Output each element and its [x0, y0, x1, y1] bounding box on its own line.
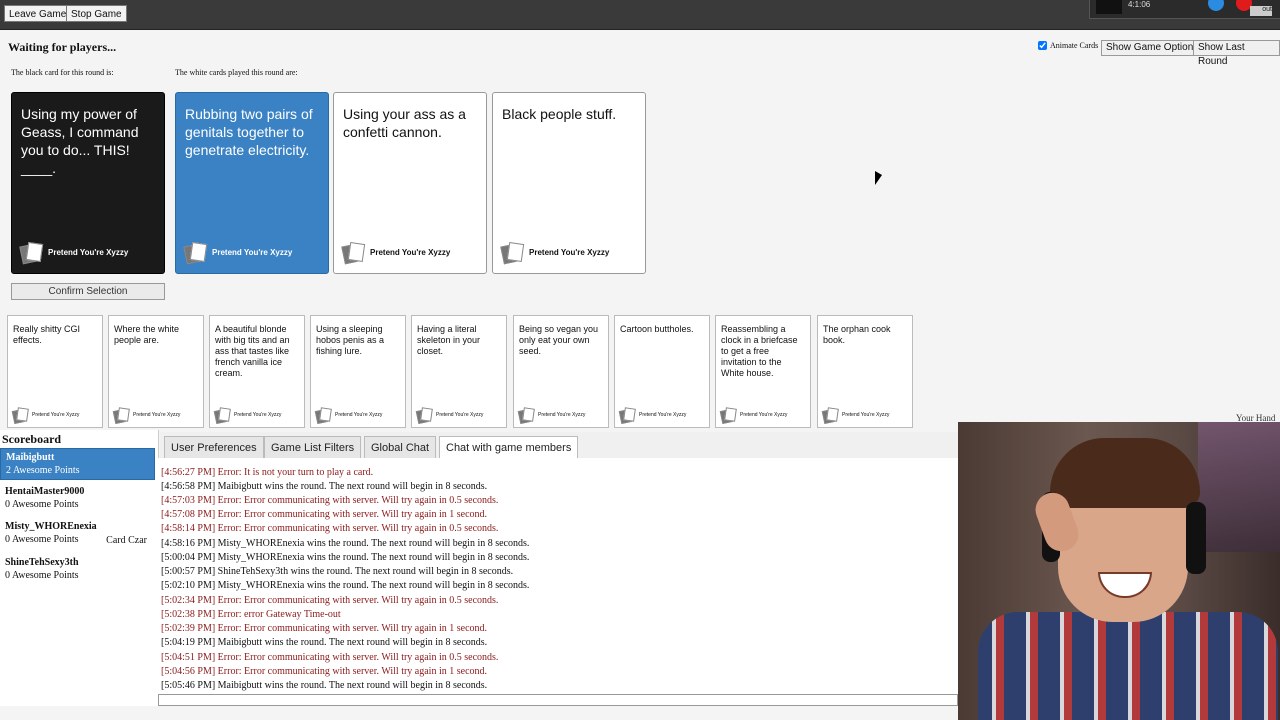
hand-card[interactable]: Cartoon buttholes. Pretend You're Xyzzy [614, 315, 710, 428]
cards-logo-icon [618, 407, 636, 425]
show-game-options-button[interactable]: Show Game Options [1101, 40, 1204, 56]
cards-logo-icon [500, 242, 525, 265]
webcam-overlay [958, 422, 1280, 720]
card-footer: Pretend You're Xyzzy [500, 242, 609, 265]
chat-line: [4:57:08 PM] Error: Error communicating … [161, 509, 488, 520]
played-card-text: Black people stuff. [502, 106, 617, 122]
chat-line: [4:58:16 PM] Misty_WHOREnexia wins the r… [161, 538, 530, 549]
cards-logo-icon [821, 407, 839, 425]
cards-logo-icon [341, 242, 366, 265]
animate-cards-label: Animate Cards [1050, 41, 1099, 50]
logout-button[interactable]: out [1250, 6, 1272, 16]
cards-logo-icon [11, 407, 29, 425]
hand-card[interactable]: Being so vegan you only eat your own see… [513, 315, 609, 428]
chat-line: [5:02:38 PM] Error: error Gateway Time-o… [161, 609, 341, 620]
tab-user-preferences[interactable]: User Preferences [164, 436, 264, 458]
chat-line: [5:04:56 PM] Error: Error communicating … [161, 666, 488, 677]
chat-log[interactable]: [4:56:27 PM] Error: It is not your turn … [158, 458, 958, 694]
cards-logo-icon [213, 407, 231, 425]
webcam-shirt [978, 612, 1278, 720]
hand-card-text: Cartoon buttholes. [620, 324, 694, 334]
played-card-selected[interactable]: Rubbing two pairs of genitals together t… [175, 92, 329, 274]
hand-card[interactable]: Where the white people are. Pretend You'… [108, 315, 204, 428]
scoreboard-player: Maibigbutt 2 Awesome Points [0, 448, 155, 480]
chat-line: [5:04:19 PM] Maibigbutt wins the round. … [161, 637, 488, 648]
chat-line: [5:02:39 PM] Error: Error communicating … [161, 623, 488, 634]
hand-card-text: Really shitty CGI effects. [13, 324, 81, 345]
tab-game-list-filters[interactable]: Game List Filters [264, 436, 362, 458]
played-card[interactable]: Black people stuff. Pretend You're Xyzzy [492, 92, 646, 274]
chat-line: [4:56:27 PM] Error: It is not your turn … [161, 467, 374, 478]
scoreboard-player: Misty_WHOREnexia 0 Awesome Points Card C… [5, 521, 147, 546]
chat-line: [4:56:58 PM] Maibigbutt wins the round. … [161, 481, 488, 492]
chat-line: [5:02:10 PM] Misty_WHOREnexia wins the r… [161, 580, 530, 591]
hand-card[interactable]: The orphan cook book. Pretend You're Xyz… [817, 315, 913, 428]
confirm-selection-button[interactable]: Confirm Selection [11, 283, 165, 300]
chat-line: [5:04:51 PM] Error: Error communicating … [161, 652, 499, 663]
profile-area: 4:1:06 out [1089, 0, 1280, 19]
hand-card[interactable]: Really shitty CGI effects. Pretend You'r… [7, 315, 103, 428]
black-card-text: Using my power of Geass, I command you t… [21, 106, 139, 176]
chat-line: [5:00:04 PM] Misty_WHOREnexia wins the r… [161, 552, 530, 563]
scoreboard-player: HentaiMaster9000 0 Awesome Points [5, 486, 85, 510]
tab-bar: User Preferences Game List Filters Globa… [160, 432, 958, 459]
hand-card[interactable]: Using a sleeping hobos penis as a fishin… [310, 315, 406, 428]
animate-cards-checkbox[interactable] [1038, 41, 1047, 50]
profile-thumbnail [1096, 0, 1122, 14]
hand-card-text: Where the white people are. [114, 324, 180, 345]
hand-card-text: Using a sleeping hobos penis as a fishin… [316, 324, 385, 356]
cards-logo-icon [314, 407, 332, 425]
tab-global-chat[interactable]: Global Chat [364, 436, 437, 458]
chat-line: [4:57:03 PM] Error: Error communicating … [161, 495, 499, 506]
scoreboard-title: Scoreboard [2, 432, 62, 446]
cards-logo-icon [183, 242, 208, 265]
scoreboard-player: ShineTehSexy3th 0 Awesome Points [5, 557, 79, 581]
stop-game-button[interactable]: Stop Game [66, 5, 127, 22]
hand-card[interactable]: A beautiful blonde with big tits and an … [209, 315, 305, 428]
tab-chat-with-game-members[interactable]: Chat with game members [439, 436, 579, 459]
card-footer: Pretend You're Xyzzy [341, 242, 450, 265]
card-footer: Pretend You're Xyzzy [19, 242, 128, 265]
waiting-status: Waiting for players... [8, 40, 117, 54]
animate-cards-option[interactable]: Animate Cards [1038, 41, 1098, 50]
chat-line: [5:05:46 PM] Maibigbutt wins the round. … [161, 680, 488, 691]
cards-logo-icon [415, 407, 433, 425]
chat-line: [4:58:14 PM] Error: Error communicating … [161, 523, 499, 534]
cards-logo-icon [517, 407, 535, 425]
cards-logo-icon [112, 407, 130, 425]
show-last-round-button[interactable]: Show Last Round [1193, 40, 1280, 67]
hand-card-text: The orphan cook book. [823, 324, 891, 345]
chat-line: [5:02:34 PM] Error: Error communicating … [161, 595, 499, 606]
hand-card-text: Having a literal skeleton in your closet… [417, 324, 481, 356]
hand-card-text: A beautiful blonde with big tits and an … [215, 324, 290, 378]
profile-text: 4:1:06 [1128, 0, 1151, 9]
mouse-cursor-icon [875, 171, 882, 185]
chat-line: [5:00:57 PM] ShineTehSexy3th wins the ro… [161, 566, 514, 577]
black-card: Using my power of Geass, I command you t… [11, 92, 165, 274]
scoreboard: Scoreboard Maibigbutt 2 Awesome Points H… [0, 430, 159, 706]
leave-game-button[interactable]: Leave Game [4, 5, 72, 22]
black-card-label: The black card for this round is: [11, 68, 114, 77]
played-card-text: Using your ass as a confetti cannon. [343, 106, 466, 140]
hand-card-text: Reassembling a clock in a briefcase to g… [721, 324, 798, 378]
cards-logo-icon [719, 407, 737, 425]
white-cards-label: The white cards played this round are: [175, 68, 298, 77]
notification-icon[interactable] [1208, 0, 1224, 11]
card-footer: Pretend You're Xyzzy [183, 242, 292, 265]
cards-logo-icon [19, 242, 44, 265]
played-card[interactable]: Using your ass as a confetti cannon. Pre… [333, 92, 487, 274]
played-card-text: Rubbing two pairs of genitals together t… [185, 106, 313, 158]
hand-card-text: Being so vegan you only eat your own see… [519, 324, 599, 356]
top-bar: Leave Game Stop Game 4:1:06 out [0, 0, 1280, 30]
hand-card[interactable]: Having a literal skeleton in your closet… [411, 315, 507, 428]
card-czar-badge: Card Czar [106, 535, 147, 546]
chat-input[interactable] [158, 694, 958, 706]
hand-card[interactable]: Reassembling a clock in a briefcase to g… [715, 315, 811, 428]
